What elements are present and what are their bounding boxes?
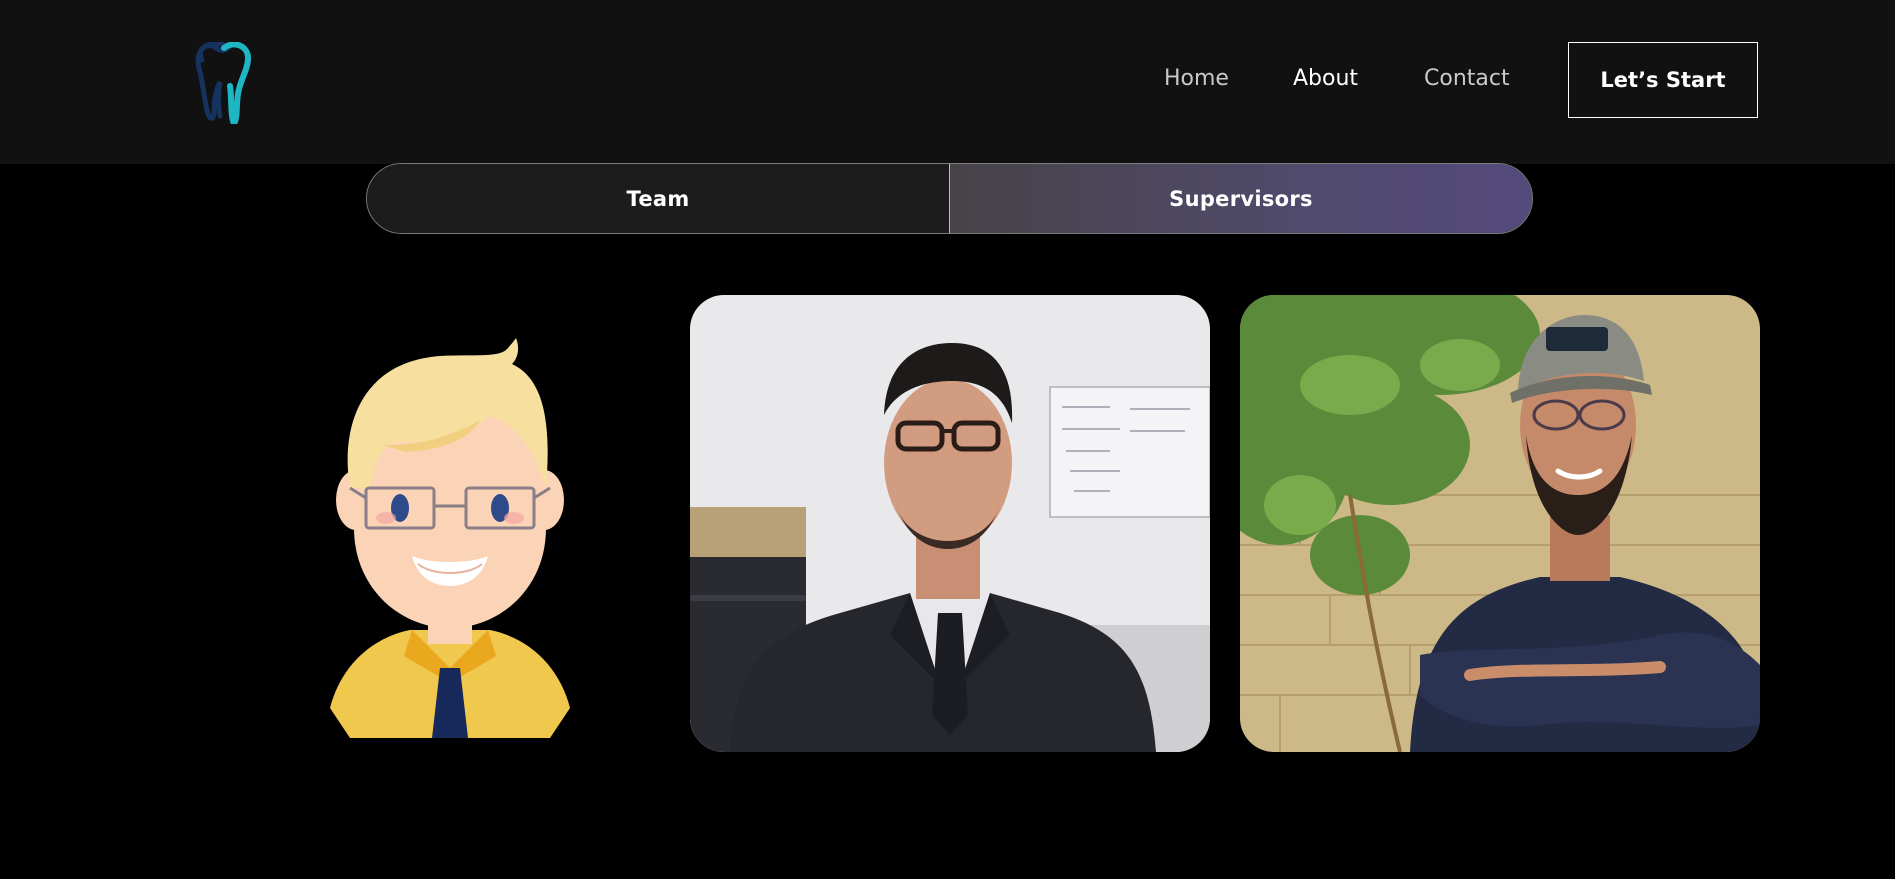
supervisor-photo-2 <box>1240 295 1760 752</box>
nav-about-link[interactable]: About <box>1293 66 1358 91</box>
supervisor-photo-1 <box>690 295 1210 752</box>
team-tab-switcher: Team Supervisors <box>366 163 1533 234</box>
tab-supervisors[interactable]: Supervisors <box>950 164 1532 233</box>
cartoon-avatar-image <box>330 338 570 738</box>
site-header: Home About Contact Let’s Start <box>0 0 1895 164</box>
supervisor-photo-card-1 <box>690 295 1210 752</box>
nav-home-link[interactable]: Home <box>1164 66 1229 91</box>
tab-team[interactable]: Team <box>367 164 950 233</box>
tooth-icon[interactable] <box>194 42 254 124</box>
nav-contact-link[interactable]: Contact <box>1424 66 1510 91</box>
supervisor-photo-card-2 <box>1240 295 1760 752</box>
lets-start-button[interactable]: Let’s Start <box>1568 42 1758 118</box>
